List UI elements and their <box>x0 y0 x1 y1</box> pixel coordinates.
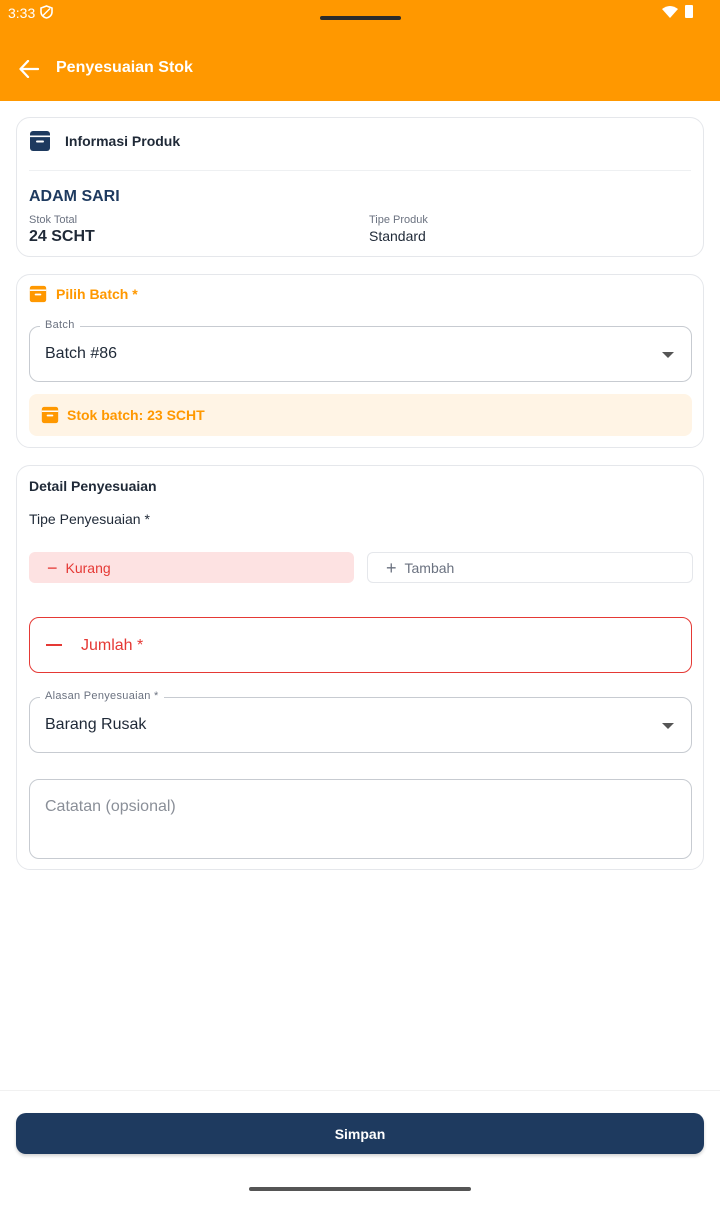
adjustment-detail-card: Detail Penyesuaian Tipe Penyesuaian * − … <box>16 465 704 870</box>
batch-selected-value: Batch #86 <box>45 345 118 362</box>
camera-notch <box>320 16 401 20</box>
note-placeholder: Catatan (opsional) <box>45 798 176 815</box>
wifi-icon <box>662 6 678 18</box>
product-type-label: Tipe Produk <box>369 214 428 226</box>
stock-total-value: 24 SCHT <box>29 228 95 245</box>
page-title: Penyesuaian Stok <box>56 59 193 76</box>
status-bar: 3:33 <box>0 0 720 28</box>
decrease-option-label: Kurang <box>65 559 111 576</box>
back-button[interactable] <box>14 54 44 84</box>
status-time: 3:33 <box>8 5 36 21</box>
reason-field-label: Alasan Penyesuaian * <box>40 690 164 702</box>
navigation-handle[interactable] <box>249 1187 471 1191</box>
product-info-card: Informasi Produk ADAM SARI Stok Total 24… <box>16 117 704 257</box>
bottom-divider <box>0 1090 720 1091</box>
amount-input[interactable]: Jumlah * <box>29 617 692 673</box>
archive-box-icon <box>29 285 47 303</box>
note-textarea[interactable]: Catatan (opsional) <box>29 779 692 859</box>
detail-title: Detail Penyesuaian <box>29 478 157 494</box>
amount-placeholder: Jumlah * <box>81 637 144 654</box>
adjustment-type-label: Tipe Penyesuaian * <box>29 511 150 527</box>
product-type-value: Standard <box>369 228 426 244</box>
shield-icon <box>40 5 53 19</box>
battery-icon <box>685 5 693 18</box>
batch-header: Pilih Batch * <box>29 285 138 303</box>
page: 3:33 Penyesuaian Stok Informasi Produk A… <box>0 0 720 1206</box>
save-button[interactable]: Simpan <box>16 1113 704 1154</box>
reason-select[interactable]: Alasan Penyesuaian * Barang Rusak <box>29 690 692 753</box>
minus-icon: − <box>47 557 58 578</box>
increase-option-label: Tambah <box>404 559 455 576</box>
batch-stock-text: Stok batch: 23 SCHT <box>67 407 205 423</box>
stock-total-label: Stok Total <box>29 214 78 226</box>
archive-box-icon <box>30 131 50 151</box>
product-info-header: Informasi Produk <box>29 130 180 152</box>
dropdown-caret-icon <box>662 723 674 729</box>
plus-icon: + <box>386 557 397 578</box>
minus-icon <box>46 644 62 646</box>
batch-select[interactable]: Batch Batch #86 <box>29 319 692 382</box>
batch-field-label: Batch <box>40 319 80 331</box>
product-info-title: Informasi Produk <box>65 133 181 149</box>
batch-title: Pilih Batch * <box>56 286 138 302</box>
app-bar: 3:33 Penyesuaian Stok <box>0 0 720 101</box>
product-name: ADAM SARI <box>29 188 120 205</box>
increase-option-button[interactable]: + Tambah <box>367 552 693 583</box>
archive-box-icon <box>41 406 59 424</box>
arrow-left-icon <box>19 60 39 78</box>
decrease-option-button[interactable]: − Kurang <box>29 552 354 583</box>
reason-selected-value: Barang Rusak <box>45 716 147 733</box>
dropdown-caret-icon <box>662 352 674 358</box>
batch-stock-info: Stok batch: 23 SCHT <box>29 394 692 436</box>
batch-card: Pilih Batch * Batch Batch #86 Stok batch… <box>16 274 704 448</box>
divider <box>29 170 691 171</box>
